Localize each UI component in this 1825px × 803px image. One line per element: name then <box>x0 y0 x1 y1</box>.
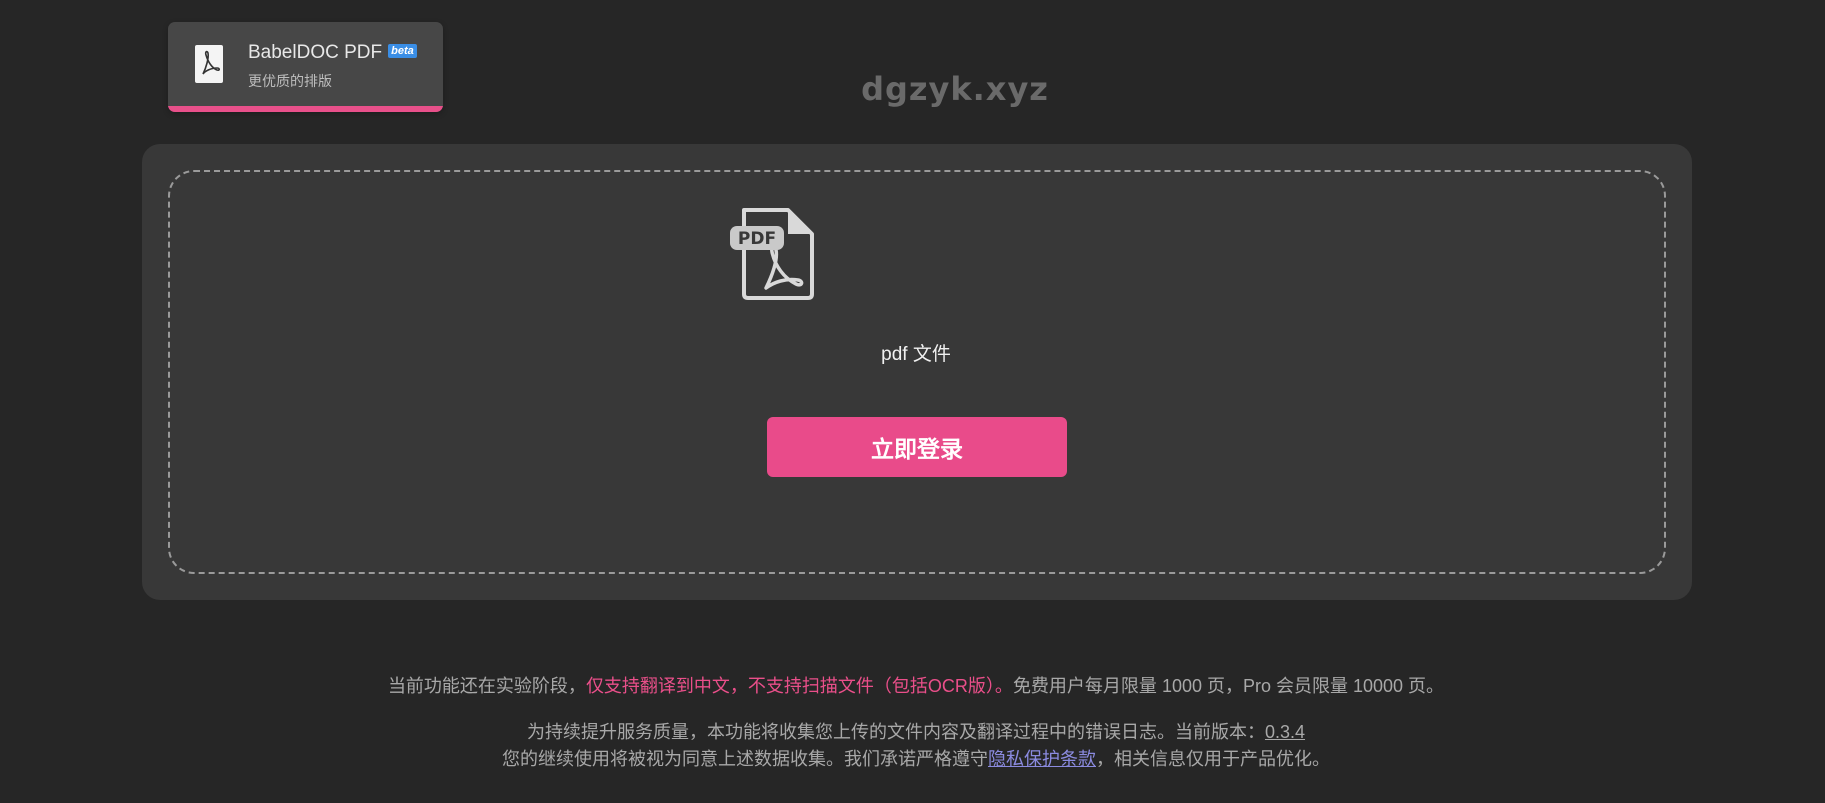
beta-badge: beta <box>388 44 417 58</box>
notice-line-1-suffix: 免费用户每月限量 1000 页，Pro 会员限量 10000 页。 <box>1012 676 1445 696</box>
notice-line-3-prefix: 您的继续使用将被视为同意上述数据收集。我们承诺严格遵守 <box>502 749 988 769</box>
login-button[interactable]: 立即登录 <box>767 417 1067 477</box>
version-link[interactable]: 0.3.4 <box>1265 722 1305 742</box>
tab-title: BabelDOC PDF <box>248 42 383 63</box>
upload-panel <box>142 144 1692 600</box>
file-dropzone[interactable] <box>168 170 1666 574</box>
tab-title-row: BabelDOC PDF beta <box>248 42 417 64</box>
notice-line-3: 您的继续使用将被视为同意上述数据收集。我们承诺严格遵守隐私保护条款，相关信息仅用… <box>0 745 1825 771</box>
notice-line-3-suffix: ，相关信息仅用于产品优化。 <box>1096 749 1330 769</box>
notice-line-1-prefix: 当前功能还在实验阶段， <box>387 676 586 696</box>
pdf-file-label: pdf 文件 <box>881 344 951 365</box>
pdf-document-icon: PDF <box>730 208 814 300</box>
notice-line-2-prefix: 为持续提升服务质量，本功能将收集您上传的文件内容及翻译过程中的错误日志。当前版本… <box>526 722 1265 742</box>
notice-warning: 仅支持翻译到中文，不支持扫描文件（包括OCR版）。 <box>585 676 1013 696</box>
notice-line-1: 当前功能还在实验阶段，仅支持翻译到中文，不支持扫描文件（包括OCR版）。免费用户… <box>0 672 1825 698</box>
site-watermark: dgzyk.xyz <box>861 70 1049 108</box>
pdf-badge-text: PDF <box>738 229 776 249</box>
privacy-policy-link[interactable]: 隐私保护条款 <box>988 749 1096 769</box>
notice-line-2: 为持续提升服务质量，本功能将收集您上传的文件内容及翻译过程中的错误日志。当前版本… <box>0 718 1825 744</box>
